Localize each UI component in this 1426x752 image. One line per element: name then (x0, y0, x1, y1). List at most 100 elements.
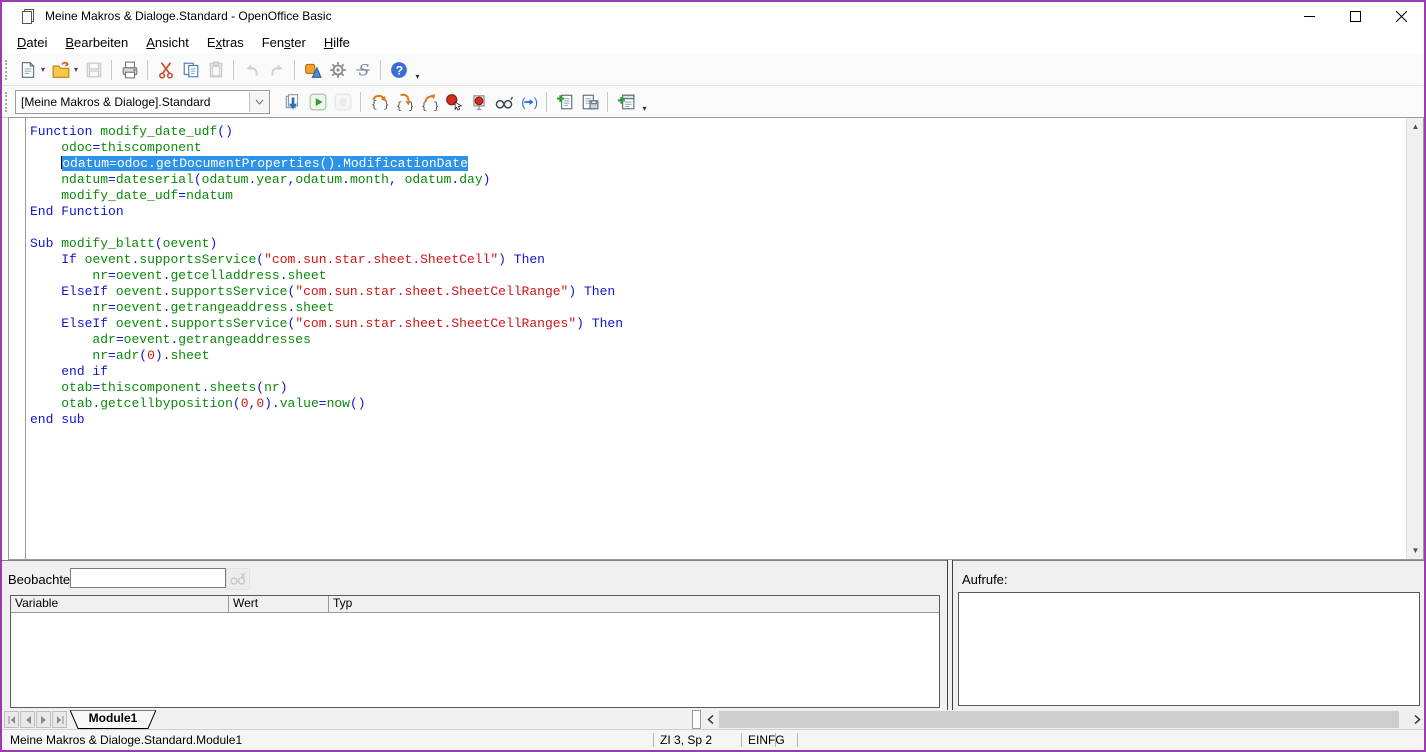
window-title: Meine Makros & Dialoge.Standard - OpenOf… (45, 9, 332, 23)
remove-watch-glasses-icon (229, 571, 247, 587)
menu-hilfe[interactable]: Hilfe (315, 33, 359, 52)
close-button[interactable] (1378, 2, 1424, 30)
help-button[interactable]: ? (386, 57, 411, 82)
manage-breakpoints-button[interactable] (466, 89, 491, 114)
first-tab-button[interactable] (4, 711, 19, 728)
app-document-icon (20, 8, 36, 25)
print-button[interactable] (117, 57, 142, 82)
scroll-right-icon[interactable] (1410, 711, 1425, 728)
stop-button[interactable] (330, 89, 355, 114)
scroll-down-icon[interactable]: ▼ (1407, 542, 1424, 559)
save-icon (85, 61, 103, 79)
title-bar[interactable]: Meine Makros & Dialoge.Standard - OpenOf… (2, 2, 1424, 30)
watch-table-header: VariableWertTyp (11, 596, 939, 613)
menu-extras[interactable]: Extras (198, 33, 253, 52)
code-editor[interactable]: Function modify_date_udf() odoc=thiscomp… (8, 117, 1424, 560)
cut-icon (157, 61, 175, 79)
watch-column-variable: Variable (11, 596, 229, 612)
menu-ansicht[interactable]: Ansicht (137, 33, 198, 52)
watch-column-wert: Wert (229, 596, 329, 612)
call-stack-list[interactable] (958, 592, 1420, 706)
save-source-button[interactable] (577, 89, 602, 114)
toolbar-overflow-button[interactable]: ▾ (638, 88, 651, 115)
compile-icon (284, 93, 302, 111)
code-line: odoc=thiscomponent (30, 140, 1406, 156)
dropdown-arrow-icon[interactable]: ▾ (74, 65, 78, 74)
code-line: end if (30, 364, 1406, 380)
manage-breakpoints-icon (470, 93, 488, 111)
toolbar-separator (233, 60, 234, 80)
window-border-left (0, 0, 2, 752)
goto-arrow-button[interactable]: () (516, 89, 541, 114)
code-line: otab=thiscomponent.sheets(nr) (30, 380, 1406, 396)
remove-watch-button[interactable] (226, 568, 250, 590)
breakpoint-button[interactable] (441, 89, 466, 114)
insert-source-button[interactable] (552, 89, 577, 114)
scrollbar-splitter[interactable] (692, 710, 701, 729)
step-into-button[interactable]: { } (391, 89, 416, 114)
editor-vertical-scrollbar[interactable]: ▲ ▼ (1406, 118, 1423, 559)
menu-bearbeiten[interactable]: Bearbeiten (56, 33, 137, 52)
step-out-button[interactable]: { } (416, 89, 441, 114)
copy-button[interactable] (178, 57, 203, 82)
stop-icon (334, 93, 352, 111)
standard-toolbar: ▾ ▾ S? ▾ (2, 54, 1424, 86)
library-select[interactable]: [Meine Makros & Dialoge].Standard (15, 90, 270, 114)
maximize-button[interactable] (1332, 2, 1378, 30)
toolbar-separator (546, 92, 547, 112)
script-button[interactable]: S (350, 57, 375, 82)
last-tab-button[interactable] (52, 711, 67, 728)
new-document-button[interactable] (15, 57, 40, 82)
insert-source-icon (556, 93, 574, 111)
scroll-up-icon[interactable]: ▲ (1407, 118, 1424, 135)
status-insert-mode: EINFG (748, 733, 785, 747)
chevron-down-icon: ▾ (416, 72, 420, 81)
run-icon (309, 93, 327, 111)
svg-text:): ) (531, 96, 537, 110)
toolbar-overflow-button[interactable]: ▾ (411, 56, 424, 83)
call-stack-label: Aufrufe: (962, 572, 1008, 587)
gear-button[interactable] (325, 57, 350, 82)
watch-glasses-button[interactable] (491, 89, 516, 114)
svg-text:?: ? (395, 63, 403, 77)
help-icon: ? (390, 61, 408, 79)
minimize-button[interactable] (1286, 2, 1332, 30)
undo-button[interactable] (239, 57, 264, 82)
save-button[interactable] (81, 57, 106, 82)
run-button[interactable] (305, 89, 330, 114)
step-over-button[interactable]: { } (366, 89, 391, 114)
shapes-button[interactable] (300, 57, 325, 82)
previous-tab-icon (24, 716, 32, 724)
tab-module1[interactable]: Module1 (70, 710, 156, 729)
first-tab-icon (8, 716, 16, 724)
new-document-icon (19, 61, 37, 79)
code-line: ElseIf oevent.supportsService("com.sun.s… (30, 284, 1406, 300)
compile-button[interactable] (280, 89, 305, 114)
redo-button[interactable] (264, 57, 289, 82)
code-line: otab.getcellbyposition(0,0).value=now() (30, 396, 1406, 412)
code-text-area[interactable]: Function modify_date_udf() odoc=thiscomp… (26, 118, 1406, 565)
menu-fenster[interactable]: Fenster (253, 33, 315, 52)
chevron-down-icon[interactable] (249, 92, 269, 112)
save-source-icon (581, 93, 599, 111)
next-tab-button[interactable] (36, 711, 51, 728)
dropdown-arrow-icon[interactable]: ▾ (41, 65, 45, 74)
cut-button[interactable] (153, 57, 178, 82)
watch-panel: Beobachter: VariableWertTyp (2, 560, 947, 710)
horizontal-scrollbar[interactable] (702, 710, 1426, 729)
breakpoint-gutter[interactable] (9, 118, 26, 559)
status-divider (775, 733, 776, 747)
maximize-icon (1350, 11, 1361, 22)
menu-datei[interactable]: Datei (8, 33, 56, 52)
scroll-left-icon[interactable] (703, 711, 718, 728)
watch-input[interactable] (70, 568, 226, 588)
horizontal-scrollbar-thumb[interactable] (719, 711, 1399, 728)
paste-button[interactable] (203, 57, 228, 82)
open-folder-button[interactable] (48, 57, 73, 82)
previous-tab-button[interactable] (20, 711, 35, 728)
manage-modules-button[interactable] (613, 89, 638, 114)
toolbar-drag-handle[interactable] (5, 60, 11, 80)
open-folder-icon (52, 61, 70, 79)
next-tab-icon (40, 716, 48, 724)
toolbar-drag-handle[interactable] (5, 92, 11, 112)
